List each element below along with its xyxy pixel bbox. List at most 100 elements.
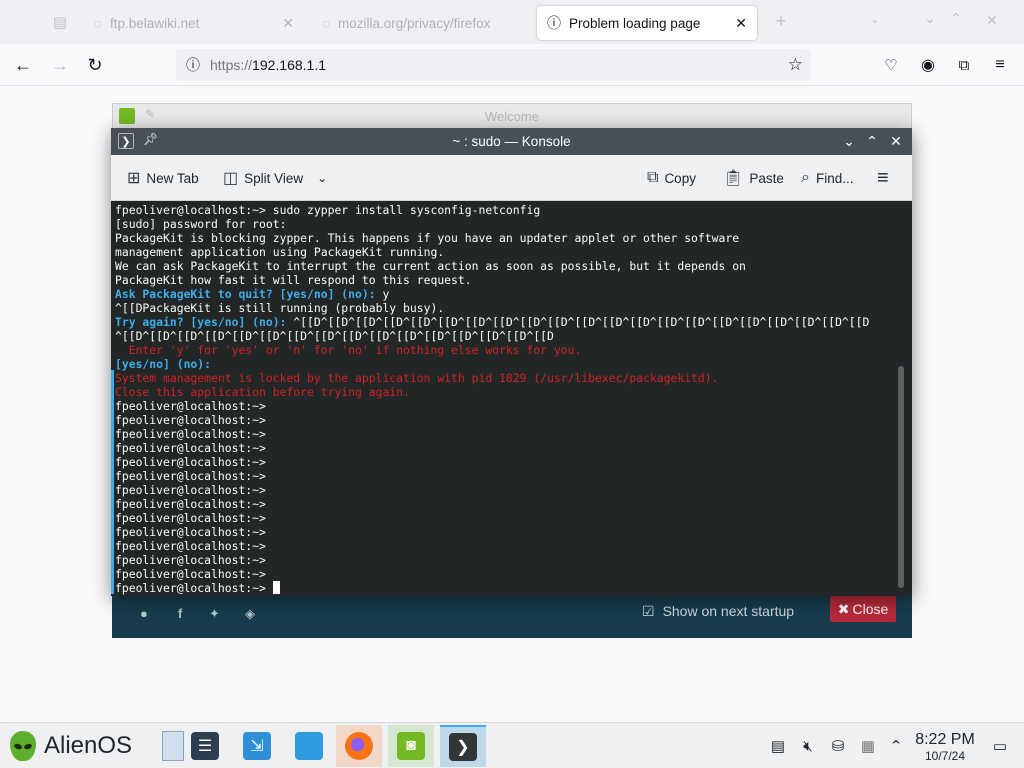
taskbar-welcome[interactable]: ◙ xyxy=(388,725,434,767)
firefox-view-icon[interactable]: ▤ xyxy=(50,12,70,32)
copy-button[interactable]: ⧉ Copy xyxy=(647,165,696,191)
taskbar-file-manager[interactable] xyxy=(286,725,332,767)
find-label: Find... xyxy=(815,170,854,186)
close-tab-icon[interactable]: ✕ xyxy=(282,15,294,32)
hamburger-menu-icon[interactable]: ≡ xyxy=(877,165,889,191)
terminal-output[interactable]: fpeoliver@localhost:~> sudo zypper insta… xyxy=(111,201,912,596)
terminal-line: fpeoliver@localhost:~> xyxy=(115,567,266,581)
chevron-down-icon: ⌄ xyxy=(317,171,328,185)
welcome-app-icon: ◙ xyxy=(397,732,425,760)
reddit-icon[interactable]: ● xyxy=(140,606,148,621)
taskbar-firefox[interactable] xyxy=(336,725,382,767)
new-tab-button[interactable]: ⊞ New Tab xyxy=(127,165,199,191)
paste-label: Paste xyxy=(749,170,784,186)
taskbar-konsole[interactable]: ❯ xyxy=(440,725,486,767)
chevron-down-icon[interactable]: ⌄ xyxy=(870,12,880,26)
konsole-titlebar[interactable]: ❯ 📌︎ ~ : sudo — Konsole ⌄ ⌃ ✕ xyxy=(111,128,912,155)
paste-button[interactable]: 📋︎ Paste xyxy=(723,165,784,191)
terminal-line: fpeoliver@localhost:~> xyxy=(115,469,266,483)
taskbar-discover[interactable]: ⇲ xyxy=(234,725,280,767)
tab-mozilla-privacy[interactable]: ◌ mozilla.org/privacy/firefox xyxy=(312,6,528,40)
copy-label: Copy xyxy=(664,170,696,186)
show-desktop-icon[interactable]: ▭ xyxy=(990,736,1010,756)
pin-icon[interactable]: ✎ xyxy=(145,107,155,121)
back-arrow-icon[interactable]: ← xyxy=(10,52,36,78)
extensions-icon[interactable]: ⧉ xyxy=(951,52,977,78)
url-bar[interactable]: ⓘ https:// 192.168.1.1 ☆ xyxy=(176,49,811,81)
maximize-icon[interactable]: ⌃ xyxy=(950,10,962,27)
network-disconnected-icon[interactable]: ▦ xyxy=(858,736,878,756)
storage-icon[interactable]: ⛁ xyxy=(828,736,848,756)
terminal-line: fpeoliver@localhost:~> sudo zypper insta… xyxy=(115,203,541,217)
terminal-app-icon: ❯ xyxy=(449,733,477,761)
globe-icon: ◌ xyxy=(322,15,331,31)
terminal-line: [sudo] password for root: xyxy=(115,217,287,231)
close-x-icon: ✖ xyxy=(837,600,850,617)
terminal-line: ^[[DPackageKit is still running (probabl… xyxy=(115,301,445,315)
welcome-footer: ● f ✦ ◈ ☑ Show on next startup ✖ Close xyxy=(112,594,912,638)
tab-label: ftp.belawiki.net xyxy=(110,15,200,31)
terminal-line: fpeoliver@localhost:~> xyxy=(115,511,266,525)
split-view-label: Split View xyxy=(244,170,304,186)
account-icon[interactable]: ◉ xyxy=(915,52,941,78)
pocket-icon[interactable]: ♡ xyxy=(878,52,904,78)
app-launcher[interactable]: AlienOS xyxy=(10,729,132,763)
find-button[interactable]: ⌕ Find... xyxy=(801,165,853,191)
terminal-line: Enter 'y' for 'yes' or 'n' for 'no' if n… xyxy=(115,343,582,357)
forward-arrow-icon[interactable]: → xyxy=(47,52,73,78)
page-info-icon[interactable]: ⓘ xyxy=(186,55,200,75)
clock-date: 10/7/24 xyxy=(924,749,966,763)
terminal-prompt-question: Try again? [yes/no] (no): xyxy=(115,315,294,329)
clipboard-icon[interactable]: ▤ xyxy=(768,736,788,756)
terminal-line: Close this application before trying aga… xyxy=(115,385,410,399)
terminal-line: fpeoliver@localhost:~> xyxy=(115,455,266,469)
terminal-line: Try again? [yes/no] (no): ^[[D^[[D^[[D^[… xyxy=(115,315,912,329)
taskbar-system-settings[interactable]: ☰ xyxy=(182,725,228,767)
terminal-line: PackageKit how fast it will respond to t… xyxy=(115,273,472,287)
twitter-icon[interactable]: ✦ xyxy=(209,606,220,622)
new-tab-icon: ⊞ xyxy=(127,170,141,187)
close-window-icon[interactable]: ✕ xyxy=(886,131,906,151)
new-tab-button[interactable]: + xyxy=(770,10,792,32)
maximize-icon[interactable]: ⌃ xyxy=(862,131,882,151)
taskbar: AlienOS ☰ ⇲ ◙ ❯ ▤ 🔇︎ ⛁ ▦ ⌃ 8:22 PM 10/7/… xyxy=(0,722,1024,768)
firefox-icon xyxy=(345,732,373,760)
pin-icon[interactable]: 📌︎ xyxy=(143,132,158,146)
tab-label: mozilla.org/privacy/firefox xyxy=(338,15,491,31)
terminal-line: We can ask PackageKit to interrupt the c… xyxy=(115,259,746,273)
mastodon-icon[interactable]: ◈ xyxy=(245,606,255,622)
terminal-line: fpeoliver@localhost:~> xyxy=(115,427,266,441)
terminal-scrollbar[interactable] xyxy=(898,366,904,588)
terminal-line: fpeoliver@localhost:~> xyxy=(115,441,266,455)
reload-icon[interactable]: ↻ xyxy=(82,52,108,78)
tab-problem-loading[interactable]: ⓘ Problem loading page ✕ xyxy=(537,6,757,40)
clock[interactable]: 8:22 PM 10/7/24 xyxy=(912,731,978,763)
terminal-line: Ask PackageKit to quit? [yes/no] (no): y xyxy=(115,287,912,301)
split-view-button[interactable]: ◫ Split View ⌄ xyxy=(223,165,327,191)
minimize-icon[interactable]: ⌄ xyxy=(839,131,859,151)
hamburger-menu-icon[interactable]: ≡ xyxy=(987,52,1013,78)
launcher-label: AlienOS xyxy=(44,732,133,759)
volume-muted-icon[interactable]: 🔇︎ xyxy=(798,736,818,756)
close-tab-icon[interactable]: ✕ xyxy=(735,15,747,32)
terminal-line: ^[[D^[[D^[[D^[[D^[[D^[[D^[[D^[[D^[[D^[[D… xyxy=(115,329,554,343)
url-protocol: https:// xyxy=(210,57,253,73)
konsole-toolbar: ⊞ New Tab ◫ Split View ⌄ ⧉ Copy 📋︎ Paste… xyxy=(111,155,912,201)
show-on-startup-checkbox[interactable]: ☑ Show on next startup xyxy=(642,598,794,624)
terminal-line: [yes/no] (no): xyxy=(115,357,212,371)
window-title: ~ : sudo — Konsole xyxy=(452,134,571,149)
scroll-region-marker xyxy=(111,370,114,594)
expand-tray-icon[interactable]: ⌃ xyxy=(886,736,906,756)
welcome-close-button[interactable]: ✖ Close xyxy=(830,596,896,622)
split-view-icon: ◫ xyxy=(223,170,239,187)
tab-ftp-belawiki[interactable]: ◌ ftp.belawiki.net ✕ xyxy=(84,6,304,40)
browser-tab-bar: ▤ ◌ ftp.belawiki.net ✕ ◌ mozilla.org/pri… xyxy=(0,0,1024,44)
terminal-user-input: ^[[D^[[D^[[D^[[D^[[D^[[D^[[D^[[D^[[D^[[D… xyxy=(293,315,870,329)
bookmark-star-icon[interactable]: ☆ xyxy=(788,55,803,75)
terminal-current-prompt: fpeoliver@localhost:~> xyxy=(115,581,912,595)
terminal-line: fpeoliver@localhost:~> xyxy=(115,553,266,567)
facebook-icon[interactable]: f xyxy=(178,606,182,621)
minimize-icon[interactable]: ⌄ xyxy=(924,10,936,27)
close-window-icon[interactable]: ✕ xyxy=(986,12,998,29)
terminal-line: PackageKit is blocking zypper. This happ… xyxy=(115,231,740,245)
